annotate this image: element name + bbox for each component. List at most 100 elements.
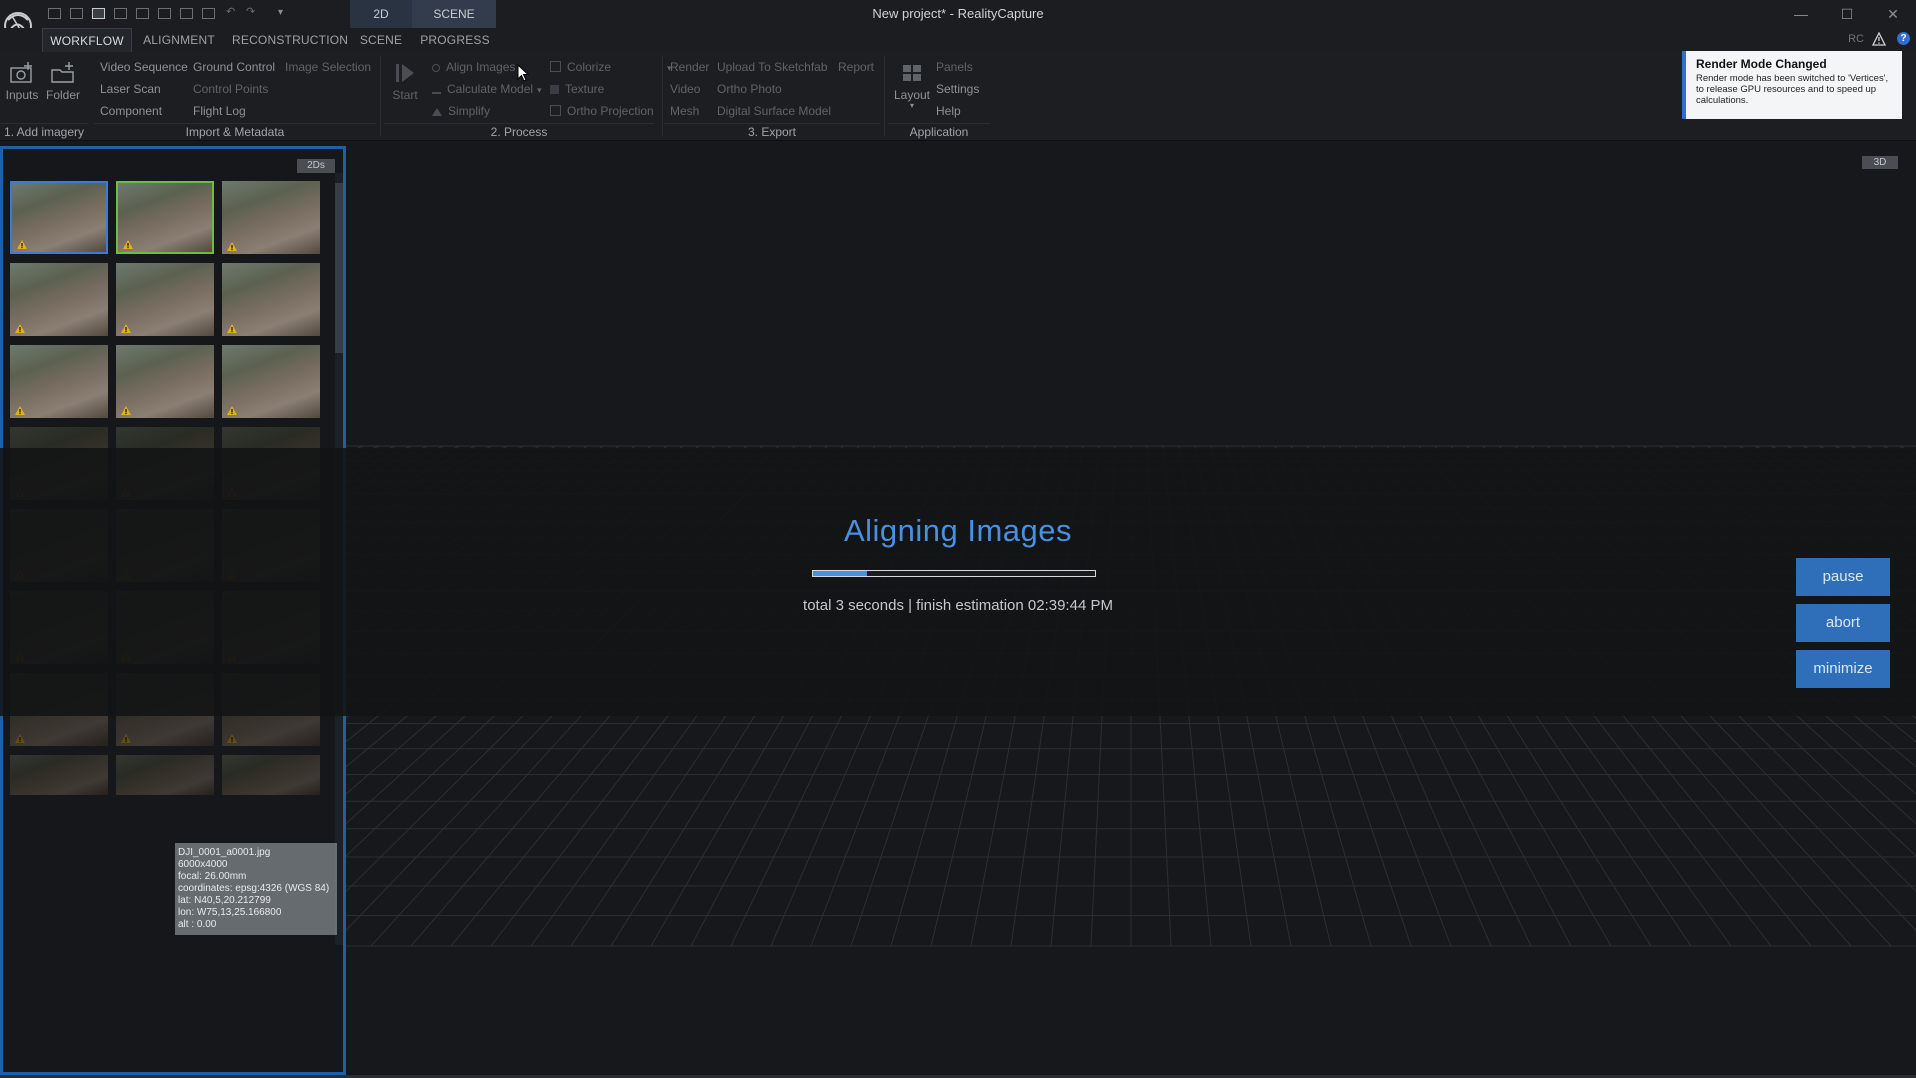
redo-icon[interactable]: ↷ [246, 7, 259, 18]
image-thumbnail[interactable] [10, 263, 108, 336]
flight-log-button[interactable]: Flight Log [193, 104, 246, 118]
component-button[interactable]: Component [100, 104, 162, 118]
video-sequence-button[interactable]: Video Sequence [100, 60, 188, 74]
image-thumbnail[interactable] [10, 181, 108, 254]
mouse-cursor-icon [517, 64, 529, 82]
layout-8-icon[interactable] [202, 8, 215, 19]
image-thumbnail[interactable] [222, 263, 320, 336]
group-label-add-imagery: 1. Add imagery [0, 123, 88, 141]
ortho-photo-button[interactable]: Ortho Photo [717, 82, 782, 96]
report-button[interactable]: Report [838, 60, 874, 74]
simplify-icon [432, 108, 442, 116]
warning-icon [121, 734, 131, 743]
laser-scan-button[interactable]: Laser Scan [100, 82, 161, 96]
colorize-label: Colorize [567, 60, 612, 74]
warning-icon [227, 734, 237, 743]
image-thumbnail[interactable] [116, 263, 214, 336]
control-points-button[interactable]: Control Points [193, 82, 268, 96]
image-thumbnail[interactable] [10, 755, 108, 795]
ground-control-button[interactable]: Ground Control [193, 60, 275, 74]
minimize-window-button[interactable]: — [1778, 0, 1824, 28]
start-button[interactable]: Start [390, 62, 420, 102]
image-thumbnail[interactable] [116, 181, 214, 254]
tab-reconstruction[interactable]: RECONSTRUCTION [232, 28, 348, 52]
image-thumbnail[interactable] [116, 345, 214, 418]
upload-to-sketchfab-button[interactable]: Upload To Sketchfab [717, 60, 828, 74]
image-selection-button[interactable]: Image Selection [285, 60, 371, 74]
folder-label: Folder [45, 88, 80, 102]
image-info-tooltip: DJI_0001_a0001.jpg 6000x4000 focal: 26.0… [175, 843, 337, 935]
warning-icon [227, 406, 237, 415]
layout-5-icon[interactable] [136, 8, 149, 19]
settings-button[interactable]: Settings [936, 82, 979, 96]
mode-tab-scene[interactable]: SCENE [412, 0, 496, 28]
customize-dropdown-icon[interactable]: ▾ [278, 7, 291, 18]
panels-button[interactable]: Panels [936, 60, 973, 74]
notification-title: Render Mode Changed [1696, 57, 1827, 71]
pause-button[interactable]: pause [1796, 558, 1890, 596]
group-label-import-metadata: Import & Metadata [94, 123, 376, 141]
digital-surface-model-button[interactable]: Digital Surface Model [717, 104, 831, 118]
simplify-button[interactable]: Simplify [432, 104, 490, 118]
colorize-button[interactable]: Colorize ▾ [550, 60, 672, 74]
group-label-process: 2. Process [384, 123, 654, 141]
render-mode-notification[interactable]: Render Mode Changed Render mode has been… [1682, 51, 1902, 119]
tab-workflow[interactable]: WORKFLOW [42, 28, 132, 52]
image-thumbnail[interactable] [222, 181, 320, 254]
mesh-button[interactable]: Mesh [670, 104, 699, 118]
mode-tab-2d[interactable]: 2D [350, 0, 412, 28]
layout-7-icon[interactable] [180, 8, 193, 19]
layout-2-icon[interactable] [70, 8, 83, 19]
close-window-button[interactable]: ✕ [1870, 0, 1916, 28]
layout-4-icon[interactable] [114, 8, 127, 19]
warning-icon [227, 324, 237, 333]
image-thumbnail[interactable] [222, 755, 320, 795]
tooltip-line: lon: W75,13,25.166800 [178, 907, 282, 918]
folder-icon [51, 62, 74, 83]
image-thumbnail[interactable] [116, 755, 214, 795]
layout-button[interactable]: Layout ▾ [892, 62, 932, 110]
calculate-model-dropdown-icon[interactable]: ▾ [537, 85, 542, 95]
abort-button[interactable]: abort [1796, 604, 1890, 642]
help-icon[interactable]: ? [1897, 32, 1910, 45]
layout-1-icon[interactable] [48, 8, 61, 19]
texture-button[interactable]: Texture [550, 82, 604, 96]
notification-body: Render mode has been switched to 'Vertic… [1696, 73, 1889, 106]
scrollbar-thumb[interactable] [335, 183, 343, 353]
align-images-button[interactable]: Align Images [432, 60, 515, 74]
help-button[interactable]: Help [936, 104, 961, 118]
warning-icon[interactable] [1872, 32, 1886, 46]
layout-6-icon[interactable] [158, 8, 171, 19]
inputs-label: Inputs [5, 88, 39, 102]
panel-2d-badge[interactable]: 2Ds [297, 159, 335, 173]
ortho-projection-button[interactable]: Ortho Projection [550, 104, 654, 118]
align-images-icon [432, 64, 440, 72]
folder-button[interactable]: Folder [44, 62, 82, 102]
warning-icon [17, 240, 27, 249]
image-thumbnail[interactable] [222, 345, 320, 418]
ortho-projection-icon [550, 105, 561, 116]
group-label-export: 3. Export [664, 123, 880, 141]
ortho-projection-label: Ortho Projection [567, 104, 654, 118]
maximize-window-button[interactable]: ☐ [1824, 0, 1870, 28]
layout-dropdown-icon[interactable]: ▾ [892, 102, 932, 110]
minimize-button[interactable]: minimize [1796, 650, 1890, 688]
scene-3d-badge[interactable]: 3D [1862, 156, 1898, 169]
inputs-button[interactable]: Inputs [4, 62, 40, 102]
tab-progress[interactable]: PROGRESS [418, 28, 492, 52]
calculate-model-button[interactable]: Calculate Model ▾ [432, 82, 542, 96]
tooltip-line: DJI_0001_a0001.jpg [178, 847, 271, 858]
tab-alignment[interactable]: ALIGNMENT [138, 28, 220, 52]
tab-scene[interactable]: SCENE [356, 28, 406, 52]
undo-icon[interactable]: ↶ [226, 7, 239, 18]
warning-icon [15, 324, 25, 333]
image-thumbnail[interactable] [10, 345, 108, 418]
video-button[interactable]: Video [670, 82, 700, 96]
tooltip-line: focal: 26.00mm [178, 871, 247, 882]
ribbon-separator [662, 56, 663, 136]
warning-icon [121, 406, 131, 415]
layout-icon [903, 65, 921, 81]
render-button[interactable]: Render [670, 60, 709, 74]
menu-tabs: WORKFLOW ALIGNMENT RECONSTRUCTION SCENE … [0, 28, 1916, 52]
layout-3-icon[interactable] [92, 8, 105, 19]
